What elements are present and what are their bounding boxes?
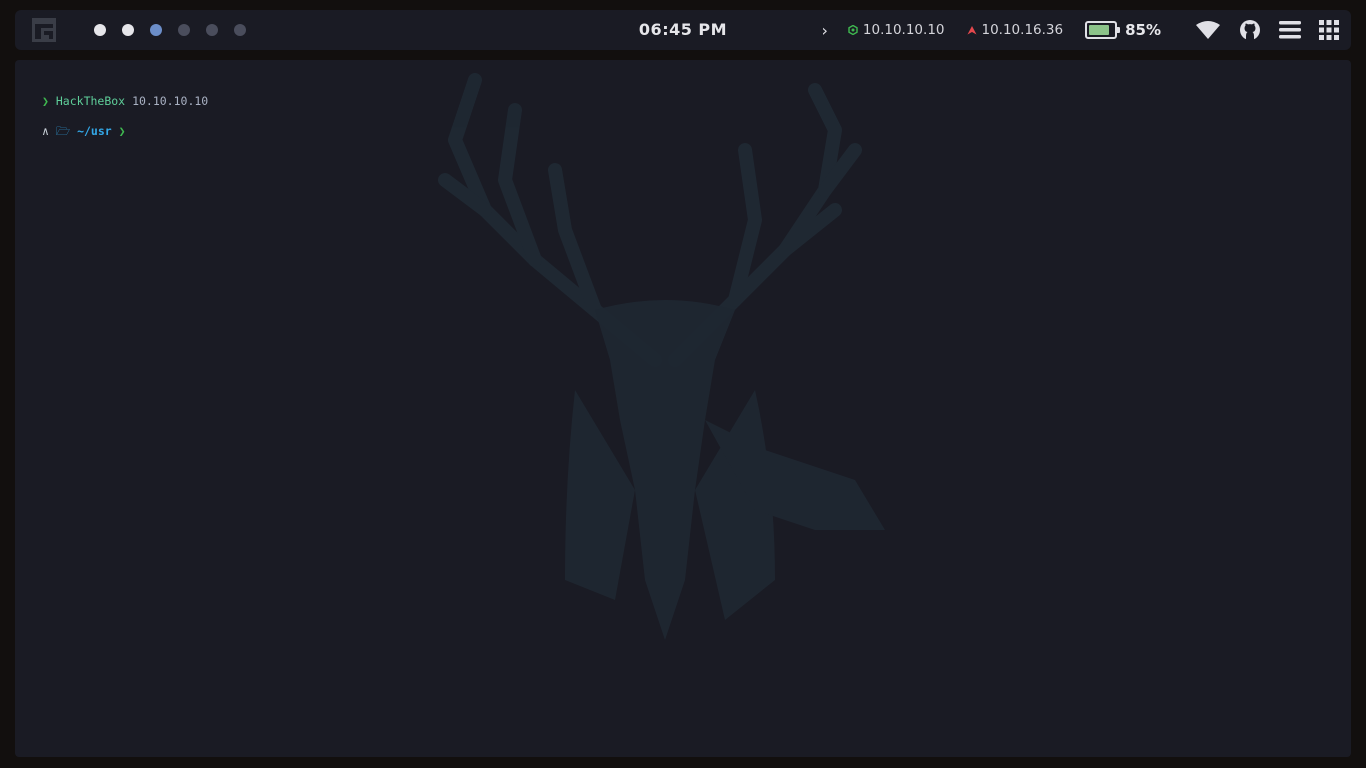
- prompt-arrow: ❯: [118, 124, 126, 138]
- wifi-icon[interactable]: [1195, 20, 1221, 40]
- host-label: HackTheBox: [55, 94, 126, 108]
- target-icon: [967, 26, 976, 35]
- prompt-arrow: ❯: [42, 94, 49, 108]
- battery-icon: [1085, 21, 1121, 39]
- target-ip-text: 10.10.16.36: [981, 22, 1064, 38]
- grid-icon[interactable]: [1319, 20, 1339, 40]
- battery-percent: 85%: [1125, 21, 1161, 39]
- host-ip: 10.10.10.10: [132, 94, 209, 108]
- prompt-line-1: ❯ HackTheBox 10.10.10.10: [42, 94, 208, 108]
- cwd-path: ~/usr: [77, 124, 112, 138]
- prompt-line-2: ∧ 🗁 ~/usr ❯: [42, 124, 126, 143]
- vpn-icon: [848, 25, 858, 35]
- chevron-right-icon[interactable]: ›: [822, 21, 828, 40]
- top-bar: 06:45 PM › 10.10.10.10 10.10.16.36 85%: [15, 10, 1351, 50]
- github-icon[interactable]: [1239, 19, 1261, 41]
- terminal-window[interactable]: ❯ HackTheBox 10.10.10.10 ∧ 🗁 ~/usr ❯: [15, 60, 1351, 757]
- distro-icon: ∧: [42, 124, 49, 138]
- menu-icon[interactable]: [1279, 21, 1301, 39]
- folder-icon: 🗁: [55, 124, 71, 138]
- battery-level: [1089, 25, 1110, 35]
- target-ip: 10.10.16.36: [967, 22, 1064, 38]
- battery[interactable]: 85%: [1085, 21, 1161, 39]
- vpn-ip: 10.10.10.10: [848, 22, 945, 38]
- vpn-ip-text: 10.10.10.10: [862, 22, 945, 38]
- deer-wallpaper: [438, 73, 885, 640]
